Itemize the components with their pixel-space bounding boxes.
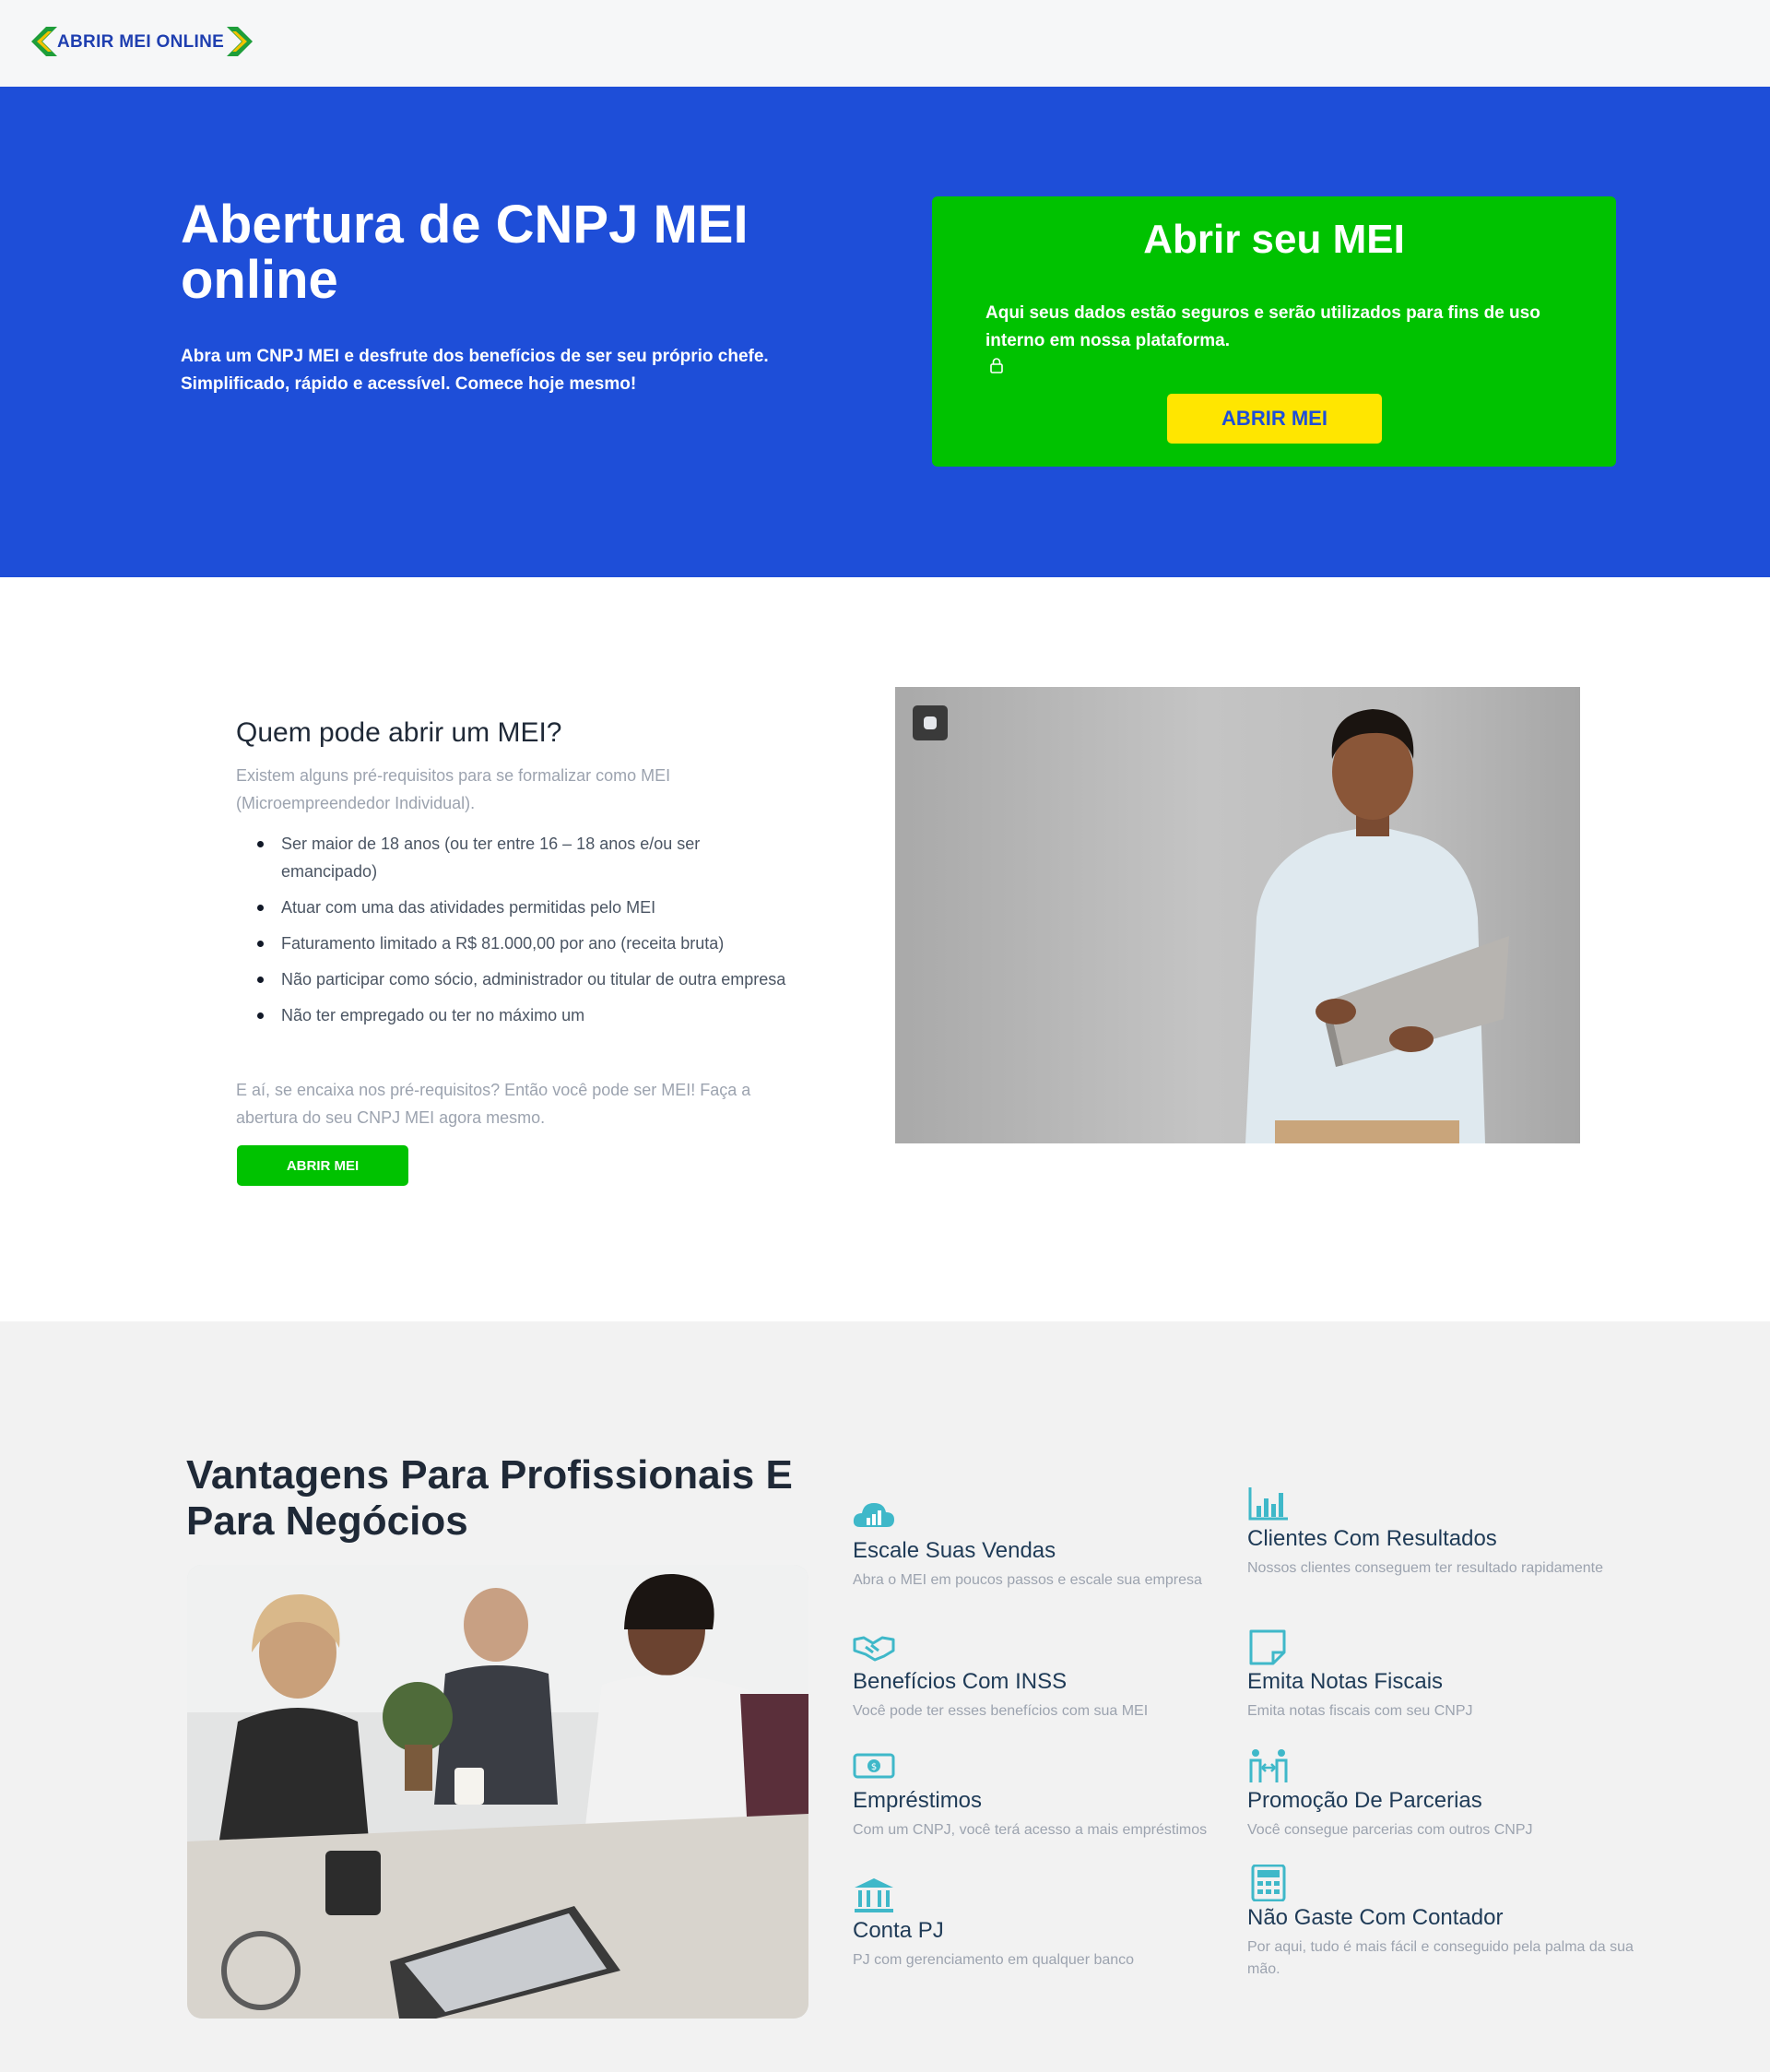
feature-title: Emita Notas Fiscais xyxy=(1247,1669,1444,1694)
feature-item: Promoção De Parcerias Você consegue parc… xyxy=(1247,1747,1634,1841)
feature-desc: Você consegue parcerias com outros CNPJ xyxy=(1247,1822,1533,1838)
site-logo[interactable]: ABRIR MEI ONLINE xyxy=(31,24,253,59)
note-icon xyxy=(1249,1629,1286,1665)
feature-desc: Com um CNPJ, você terá acesso a mais emp… xyxy=(853,1822,1208,1838)
feature-desc: Você pode ter esses benefícios com sua M… xyxy=(853,1703,1149,1719)
feature-title: Benefícios Com INSS xyxy=(853,1669,1068,1694)
man-with-laptop-photo xyxy=(895,687,1580,1143)
open-mei-button-secondary[interactable]: ABRIR MEI xyxy=(237,1145,408,1186)
feature-title: Escale Suas Vendas xyxy=(853,1538,1056,1563)
feature-title: Empréstimos xyxy=(853,1788,983,1813)
cloud-chart-icon xyxy=(853,1503,894,1527)
who-outro-text: E aí, se encaixa nos pré-requisitos? Ent… xyxy=(236,1081,751,1127)
hero-section: Abertura de CNPJ MEI online Abra um CNPJ… xyxy=(0,87,1770,577)
list-item: Ser maior de 18 anos (ou ter entre 16 – … xyxy=(254,830,789,885)
logo-text: ABRIR MEI ONLINE xyxy=(57,32,225,52)
feature-title: Não Gaste Com Contador xyxy=(1247,1905,1504,1930)
requirements-list: Ser maior de 18 anos (ou ter entre 16 – … xyxy=(254,830,789,1037)
list-item: Atuar com uma das atividades permitidas … xyxy=(254,894,789,921)
open-mei-card: Abrir seu MEI Aqui seus dados estão segu… xyxy=(932,196,1616,467)
who-can-open-title: Quem pode abrir um MEI? xyxy=(236,717,562,748)
feature-desc: Por aqui, tudo é mais fácil e conseguido… xyxy=(1247,1939,1634,1977)
lock-icon xyxy=(990,358,1003,373)
feature-item: Conta PJ PJ com gerenciamento em qualque… xyxy=(853,1877,1240,1971)
list-item: Não ter empregado ou ter no máximo um xyxy=(254,1001,789,1029)
feature-item: Benefícios Com INSS Você pode ter esses … xyxy=(853,1628,1240,1723)
feature-item: Escale Suas Vendas Abra o MEI em poucos … xyxy=(853,1498,1240,1592)
photo-badge-icon xyxy=(913,705,948,740)
feature-desc: PJ com gerenciamento em qualquer banco xyxy=(853,1952,1135,1968)
svg-text:$: $ xyxy=(871,1762,877,1772)
feature-desc: Abra o MEI em poucos passos e escale sua… xyxy=(853,1572,1202,1588)
feature-item: Não Gaste Com Contador Por aqui, tudo é … xyxy=(1247,1865,1634,1981)
feature-item: Emita Notas Fiscais Emita notas fiscais … xyxy=(1247,1628,1634,1723)
open-mei-button-hero[interactable]: ABRIR MEI xyxy=(1167,394,1382,444)
business-meeting-photo xyxy=(187,1565,808,2019)
bank-icon xyxy=(855,1878,893,1912)
top-header: ABRIR MEI ONLINE xyxy=(0,0,1770,87)
card-privacy-text: Aqui seus dados estão seguros e serão ut… xyxy=(985,303,1540,350)
people-icon xyxy=(1249,1749,1288,1782)
feature-item: $ Empréstimos Com um CNPJ, você terá ace… xyxy=(853,1747,1240,1841)
feature-desc: Emita notas fiscais com seu CNPJ xyxy=(1247,1703,1473,1719)
man-illustration xyxy=(1245,709,1509,1143)
feature-title: Conta PJ xyxy=(853,1918,944,1943)
advantages-title: Vantagens Para Profissionais E Para Negó… xyxy=(186,1452,793,1544)
card-title: Abrir seu MEI xyxy=(1143,217,1405,262)
calculator-icon xyxy=(1251,1865,1286,1901)
list-item: Não participar como sócio, administrador… xyxy=(254,965,789,993)
list-item: Faturamento limitado a R$ 81.000,00 por … xyxy=(254,929,789,957)
feature-desc: Nossos clientes conseguem ter resultado … xyxy=(1247,1560,1603,1576)
hero-subtitle: Abra um CNPJ MEI e desfrute dos benefíci… xyxy=(181,347,769,394)
feature-title: Clientes Com Resultados xyxy=(1247,1526,1497,1551)
money-icon: $ xyxy=(853,1753,895,1779)
bar-chart-icon xyxy=(1248,1487,1288,1521)
feature-item: Clientes Com Resultados Nossos clientes … xyxy=(1247,1486,1634,1580)
handshake-icon xyxy=(853,1636,895,1662)
feature-title: Promoção De Parcerias xyxy=(1247,1788,1482,1813)
who-intro-text: Existem alguns pré-requisitos para se fo… xyxy=(236,766,671,812)
hero-title: Abertura de CNPJ MEI online xyxy=(181,195,749,310)
meeting-illustration xyxy=(187,1565,808,2019)
